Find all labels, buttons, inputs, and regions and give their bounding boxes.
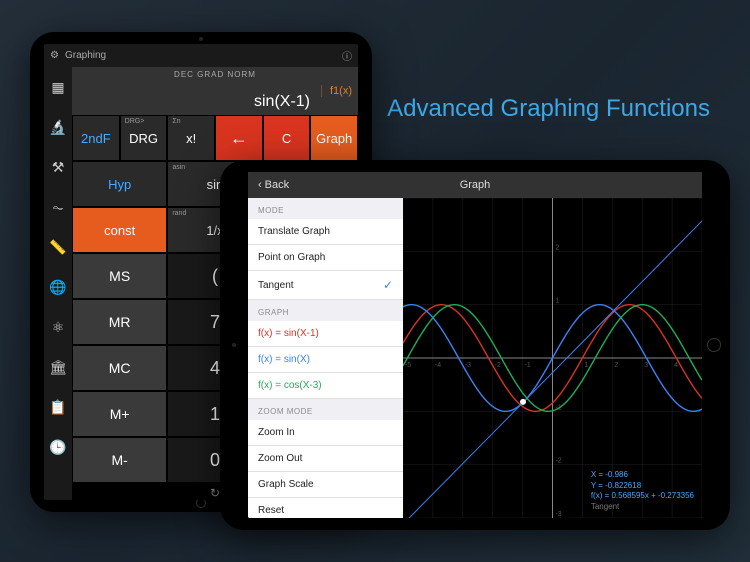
camera-dot: [199, 37, 203, 41]
readout-x: X = -0.986: [591, 470, 694, 480]
globe-icon[interactable]: 🌐: [44, 267, 72, 307]
info-icon[interactable]: ⓘ: [342, 48, 352, 63]
key-2ndf[interactable]: 2ndF: [73, 116, 119, 160]
home-button[interactable]: [707, 338, 721, 352]
key-[interactable]: ←: [216, 116, 262, 160]
row-zoom-in[interactable]: Zoom In: [248, 420, 403, 446]
section-header: GRAPH: [248, 300, 403, 321]
svg-text:-3: -3: [465, 362, 471, 369]
key-hyp[interactable]: Hyp: [73, 162, 166, 206]
calc-display: DEC GRAD NORM sin(X-1) f1(x): [72, 67, 358, 115]
headline: Advanced Graphing Functions: [387, 95, 710, 123]
clipboard-icon[interactable]: 📋: [44, 387, 72, 427]
row-f-x----sin-x-1-[interactable]: f(x) = sin(X-1): [248, 321, 403, 347]
bank-icon[interactable]: 🏛: [44, 347, 72, 387]
svg-text:1: 1: [584, 362, 588, 369]
key-const[interactable]: const: [73, 208, 166, 252]
key-m[interactable]: M+: [73, 392, 166, 436]
svg-text:-3: -3: [555, 511, 561, 518]
readout-fx: f(x) = 0.568595x + -0.273356: [591, 491, 694, 501]
display-function-label[interactable]: f1(x): [321, 85, 352, 97]
row-point-on-graph[interactable]: Point on Graph: [248, 245, 403, 271]
ruler-icon[interactable]: 📏: [44, 227, 72, 267]
toolbox-icon[interactable]: ⚒: [44, 147, 72, 187]
display-expression: sin(X-1): [254, 93, 310, 111]
readout-mode: Tangent: [591, 502, 694, 512]
row-reset[interactable]: Reset: [248, 498, 403, 518]
key-c[interactable]: C: [264, 116, 310, 160]
graph-readout: X = -0.986 Y = -0.822618 f(x) = 0.568595…: [591, 470, 694, 512]
key-m[interactable]: M-: [73, 438, 166, 482]
row-f-x----cos-x-3-[interactable]: f(x) = cos(X-3): [248, 373, 403, 399]
key-x[interactable]: Σnx!: [168, 116, 214, 160]
calc-header: ⚙ Graphing ⓘ: [44, 44, 358, 67]
atom-icon[interactable]: ⚛: [44, 307, 72, 347]
graph-navbar: ‹ Back Graph: [248, 172, 702, 198]
calculator-icon[interactable]: ▦: [44, 67, 72, 107]
graph-canvas[interactable]: -5-4-3-2-112345-3-2-1123 X = -0.986 Y = …: [403, 198, 702, 518]
graph-title: Graph: [460, 179, 491, 191]
display-modes: DEC GRAD NORM: [174, 70, 256, 79]
calc-sidebar: ▦🔬⚒⏦📏🌐⚛🏛📋🕒: [44, 67, 72, 500]
ipad-graph: ‹ Back Graph MODETranslate GraphPoint on…: [220, 160, 730, 530]
graph-icon[interactable]: ⏦: [44, 187, 72, 227]
chevron-left-icon: ‹: [258, 179, 262, 191]
svg-text:-2: -2: [555, 458, 561, 465]
section-header: MODE: [248, 198, 403, 219]
svg-text:-2: -2: [495, 362, 501, 369]
svg-text:1: 1: [555, 298, 559, 305]
check-icon: ✓: [383, 278, 393, 292]
svg-text:3: 3: [644, 362, 648, 369]
row-zoom-out[interactable]: Zoom Out: [248, 446, 403, 472]
svg-text:-5: -5: [405, 362, 411, 369]
key-mc[interactable]: MC: [73, 346, 166, 390]
readout-y: Y = -0.822618: [591, 481, 694, 491]
key-mr[interactable]: MR: [73, 300, 166, 344]
svg-text:-4: -4: [435, 362, 441, 369]
key-graph[interactable]: Graph: [311, 116, 357, 160]
row-f-x----sin-x-[interactable]: f(x) = sin(X): [248, 347, 403, 373]
row-graph-scale[interactable]: Graph Scale: [248, 472, 403, 498]
back-label: Back: [265, 179, 289, 191]
camera-dot: [232, 343, 236, 347]
section-header: ZOOM MODE: [248, 399, 403, 420]
microscope-icon[interactable]: 🔬: [44, 107, 72, 147]
back-button[interactable]: ‹ Back: [248, 179, 299, 191]
row-tangent[interactable]: Tangent✓: [248, 271, 403, 300]
clock-icon[interactable]: 🕒: [44, 427, 72, 467]
calc-title: Graphing: [65, 50, 106, 61]
gear-icon[interactable]: ⚙: [50, 50, 59, 61]
graph-sidebar: MODETranslate GraphPoint on GraphTangent…: [248, 198, 403, 518]
key-ms[interactable]: MS: [73, 254, 166, 298]
svg-text:4: 4: [674, 362, 678, 369]
row-translate-graph[interactable]: Translate Graph: [248, 219, 403, 245]
svg-text:2: 2: [555, 244, 559, 251]
svg-text:-1: -1: [525, 362, 531, 369]
svg-text:2: 2: [614, 362, 618, 369]
key-drg[interactable]: DRG>DRG: [121, 116, 167, 160]
